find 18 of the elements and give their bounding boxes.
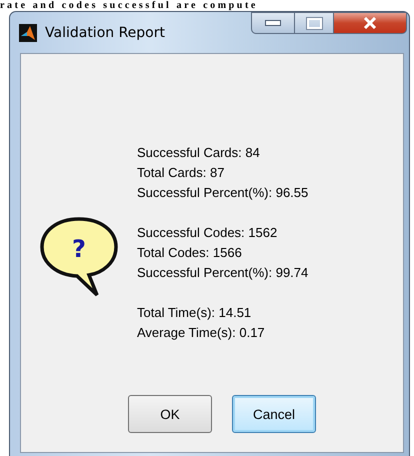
close-icon (363, 17, 377, 29)
message-line: Total Codes: 1566 (137, 244, 243, 262)
message-line: Successful Codes: 1562 (137, 224, 278, 242)
message-line: Total Time(s): 14.51 (137, 304, 252, 322)
close-button[interactable] (334, 12, 407, 34)
message-line: Average Time(s): 0.17 (137, 324, 266, 342)
message-line: Successful Cards: 84 (137, 144, 261, 162)
maximize-button[interactable] (295, 12, 334, 34)
message-line: Total Cards: 87 (137, 164, 226, 182)
message-line: Successful Percent(%): 96.55 (137, 184, 308, 202)
app-icon (19, 24, 37, 42)
message-line: Successful Percent(%): 99.74 (137, 264, 308, 282)
question-bubble-icon: ? (39, 214, 119, 298)
document-text: rate and codes successful are compute (0, 0, 258, 11)
minimize-button[interactable] (251, 12, 295, 34)
dialog-button[interactable]: Cancel (232, 395, 316, 433)
window-title: Validation Report (45, 24, 165, 40)
dialog-button[interactable]: OK (128, 395, 212, 433)
